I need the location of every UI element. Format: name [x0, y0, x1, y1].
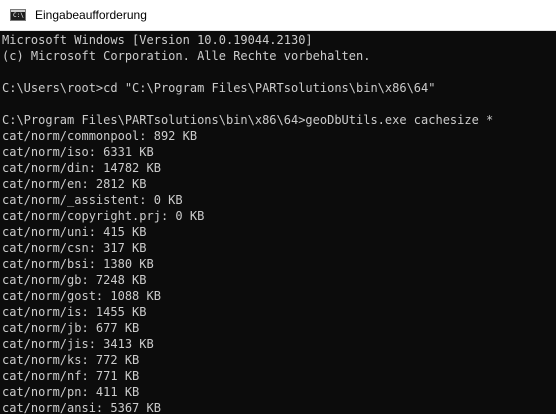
console-line: cat/norm/ks: 772 KB — [2, 353, 140, 367]
console-line: cat/norm/jis: 3413 KB — [2, 337, 154, 351]
console-line: C:\Users\root>cd "C:\Program Files\PARTs… — [2, 81, 436, 95]
console-line: cat/norm/jb: 677 KB — [2, 321, 140, 335]
title-bar[interactable]: C:\ Eingabeaufforderung — [0, 0, 556, 31]
console-line: (c) Microsoft Corporation. Alle Rechte v… — [2, 49, 371, 63]
console-line: cat/norm/pn: 411 KB — [2, 385, 140, 399]
console-line: cat/norm/bsi: 1380 KB — [2, 257, 154, 271]
command-prompt-window: C:\ Eingabeaufforderung Microsoft Window… — [0, 0, 556, 414]
window-title: Eingabeaufforderung — [35, 8, 147, 22]
console-line: cat/norm/iso: 6331 KB — [2, 145, 154, 159]
console-line: cat/norm/gost: 1088 KB — [2, 289, 161, 303]
cmd-icon-glyph: C:\ — [13, 12, 24, 19]
console-line: cat/norm/csn: 317 KB — [2, 241, 147, 255]
console-line: cat/norm/_assistent: 0 KB — [2, 193, 183, 207]
console-line: Microsoft Windows [Version 10.0.19044.21… — [2, 33, 313, 47]
console-line: cat/norm/en: 2812 KB — [2, 177, 147, 191]
console-line: cat/norm/copyright.prj: 0 KB — [2, 209, 205, 223]
console-line: cat/norm/is: 1455 KB — [2, 305, 147, 319]
console-line: cat/norm/commonpool: 892 KB — [2, 129, 198, 143]
console-line: cat/norm/ansi: 5367 KB — [2, 401, 161, 414]
console-line: cat/norm/uni: 415 KB — [2, 225, 147, 239]
console-line: cat/norm/nf: 771 KB — [2, 369, 140, 383]
console-line: C:\Program Files\PARTsolutions\bin\x86\6… — [2, 113, 494, 127]
cmd-icon: C:\ — [10, 9, 26, 21]
console-line: cat/norm/gb: 7248 KB — [2, 273, 147, 287]
console-output[interactable]: Microsoft Windows [Version 10.0.19044.21… — [0, 31, 556, 414]
console-line: cat/norm/din: 14782 KB — [2, 161, 161, 175]
